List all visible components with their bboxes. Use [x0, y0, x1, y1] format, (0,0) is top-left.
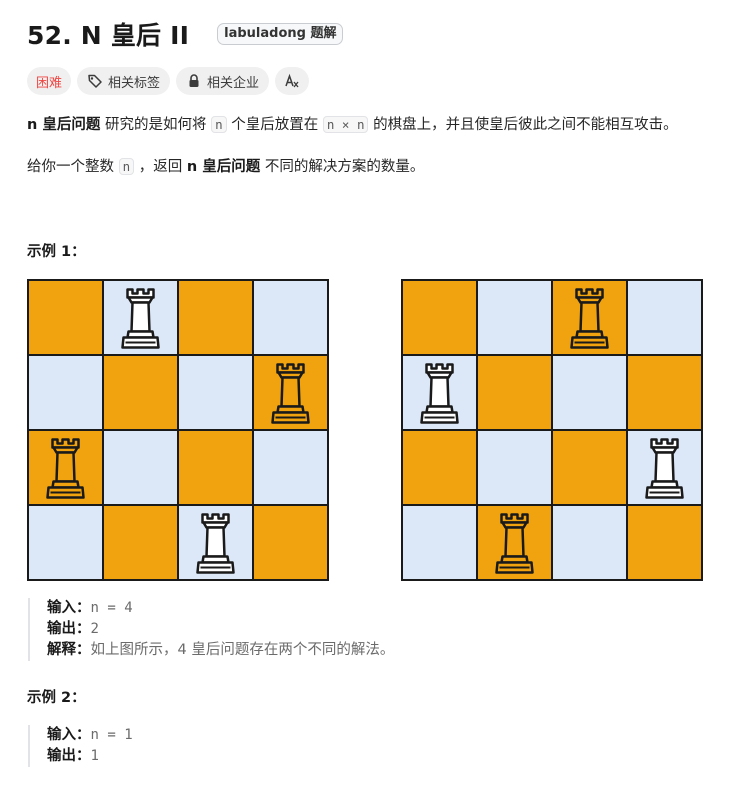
- solution-badge[interactable]: labuladong 题解: [217, 23, 344, 45]
- board-cell: [27, 279, 104, 356]
- example-2-block: 输入：n = 1 输出：1: [28, 725, 133, 767]
- board-cell: [177, 429, 254, 506]
- example-1-block: 输入：n = 4 输出：2 解释：如上图所示，4 皇后问题存在两个不同的解法。: [28, 598, 394, 661]
- example-1-output: 输出：2: [47, 619, 394, 640]
- input-value: n = 4: [90, 600, 133, 616]
- board-cell: [551, 504, 628, 581]
- board-cell: [27, 354, 104, 431]
- term-n-queens: n 皇后问题: [27, 117, 101, 133]
- translate-button[interactable]: [275, 67, 310, 95]
- example-1-heading: 示例 1：: [27, 244, 86, 260]
- explanation-label: 解释：: [47, 642, 91, 658]
- example-2-heading: 示例 2：: [27, 690, 86, 706]
- board-cell: [476, 279, 553, 356]
- related-companies-label: 相关企业: [207, 75, 260, 91]
- board-cell: [401, 504, 478, 581]
- board-cell: [401, 279, 478, 356]
- related-companies-button[interactable]: 相关企业: [176, 67, 270, 95]
- related-topics-button[interactable]: 相关标签: [77, 67, 171, 95]
- translate-icon: [285, 73, 299, 88]
- inline-code: n: [118, 158, 135, 175]
- board-cell: [102, 429, 179, 506]
- board-cell: [626, 504, 703, 581]
- text: 个皇后放置在: [226, 117, 323, 133]
- inline-code: n × n: [322, 116, 369, 133]
- board-cell: [626, 279, 703, 356]
- tag-bar: 困难 相关标签 相关企业: [27, 67, 310, 95]
- board-cell: [551, 354, 628, 431]
- output-value: 2: [90, 621, 99, 637]
- text: 的棋盘上，并且使皇后彼此之间不能相互攻击。: [368, 117, 678, 133]
- page-title: 52. N 皇后 II: [27, 21, 190, 50]
- chessboard-solution-2: [401, 279, 703, 581]
- related-topics-label: 相关标签: [108, 75, 161, 91]
- example-1-explanation: 解释：如上图所示，4 皇后问题存在两个不同的解法。: [47, 640, 394, 661]
- board-cell: [177, 279, 254, 356]
- text: 研究的是如何将: [100, 117, 212, 133]
- example-1-input: 输入：n = 4: [47, 598, 394, 619]
- text: ，返回: [134, 159, 187, 175]
- input-label: 输入：: [47, 727, 91, 743]
- term-n-queens: n 皇后问题: [186, 159, 261, 175]
- input-label: 输入：: [47, 600, 91, 616]
- output-label: 输出：: [47, 748, 91, 764]
- board-cell: [252, 279, 329, 356]
- example-2-output: 输出：1: [47, 746, 133, 767]
- board-cell: [476, 354, 553, 431]
- explanation-value: 如上图所示，4 皇后问题存在两个不同的解法。: [90, 642, 395, 658]
- board-cell: [551, 429, 628, 506]
- text: 给你一个整数: [27, 159, 119, 175]
- board-cell: [102, 504, 179, 581]
- board-cell: [401, 429, 478, 506]
- lock-icon: [189, 74, 199, 87]
- input-value: n = 1: [90, 727, 133, 743]
- inline-code: n: [211, 116, 227, 133]
- board-cell: [102, 354, 179, 431]
- text: 不同的解决方案的数量。: [260, 159, 425, 175]
- description-paragraph-2: 给你一个整数 n ，返回 n 皇后问题 不同的解决方案的数量。: [27, 156, 424, 178]
- description-paragraph-1: n 皇后问题 研究的是如何将 n 个皇后放置在 n × n 的棋盘上，并且使皇后…: [27, 114, 678, 136]
- board-cell: [27, 504, 104, 581]
- example-2-input: 输入：n = 1: [47, 725, 133, 746]
- board-cell: [252, 504, 329, 581]
- output-label: 输出：: [47, 621, 91, 637]
- board-cell: [252, 429, 329, 506]
- board-cell: [476, 429, 553, 506]
- difficulty-label: 困难: [36, 75, 63, 91]
- tag-icon: [88, 74, 102, 88]
- output-value: 1: [90, 748, 99, 764]
- board-cell: [626, 354, 703, 431]
- chessboard-solution-1: [27, 279, 329, 581]
- board-cell: [177, 354, 254, 431]
- difficulty-badge: 困难: [27, 67, 72, 95]
- title-row: 52. N 皇后 II labuladong 题解: [27, 14, 344, 54]
